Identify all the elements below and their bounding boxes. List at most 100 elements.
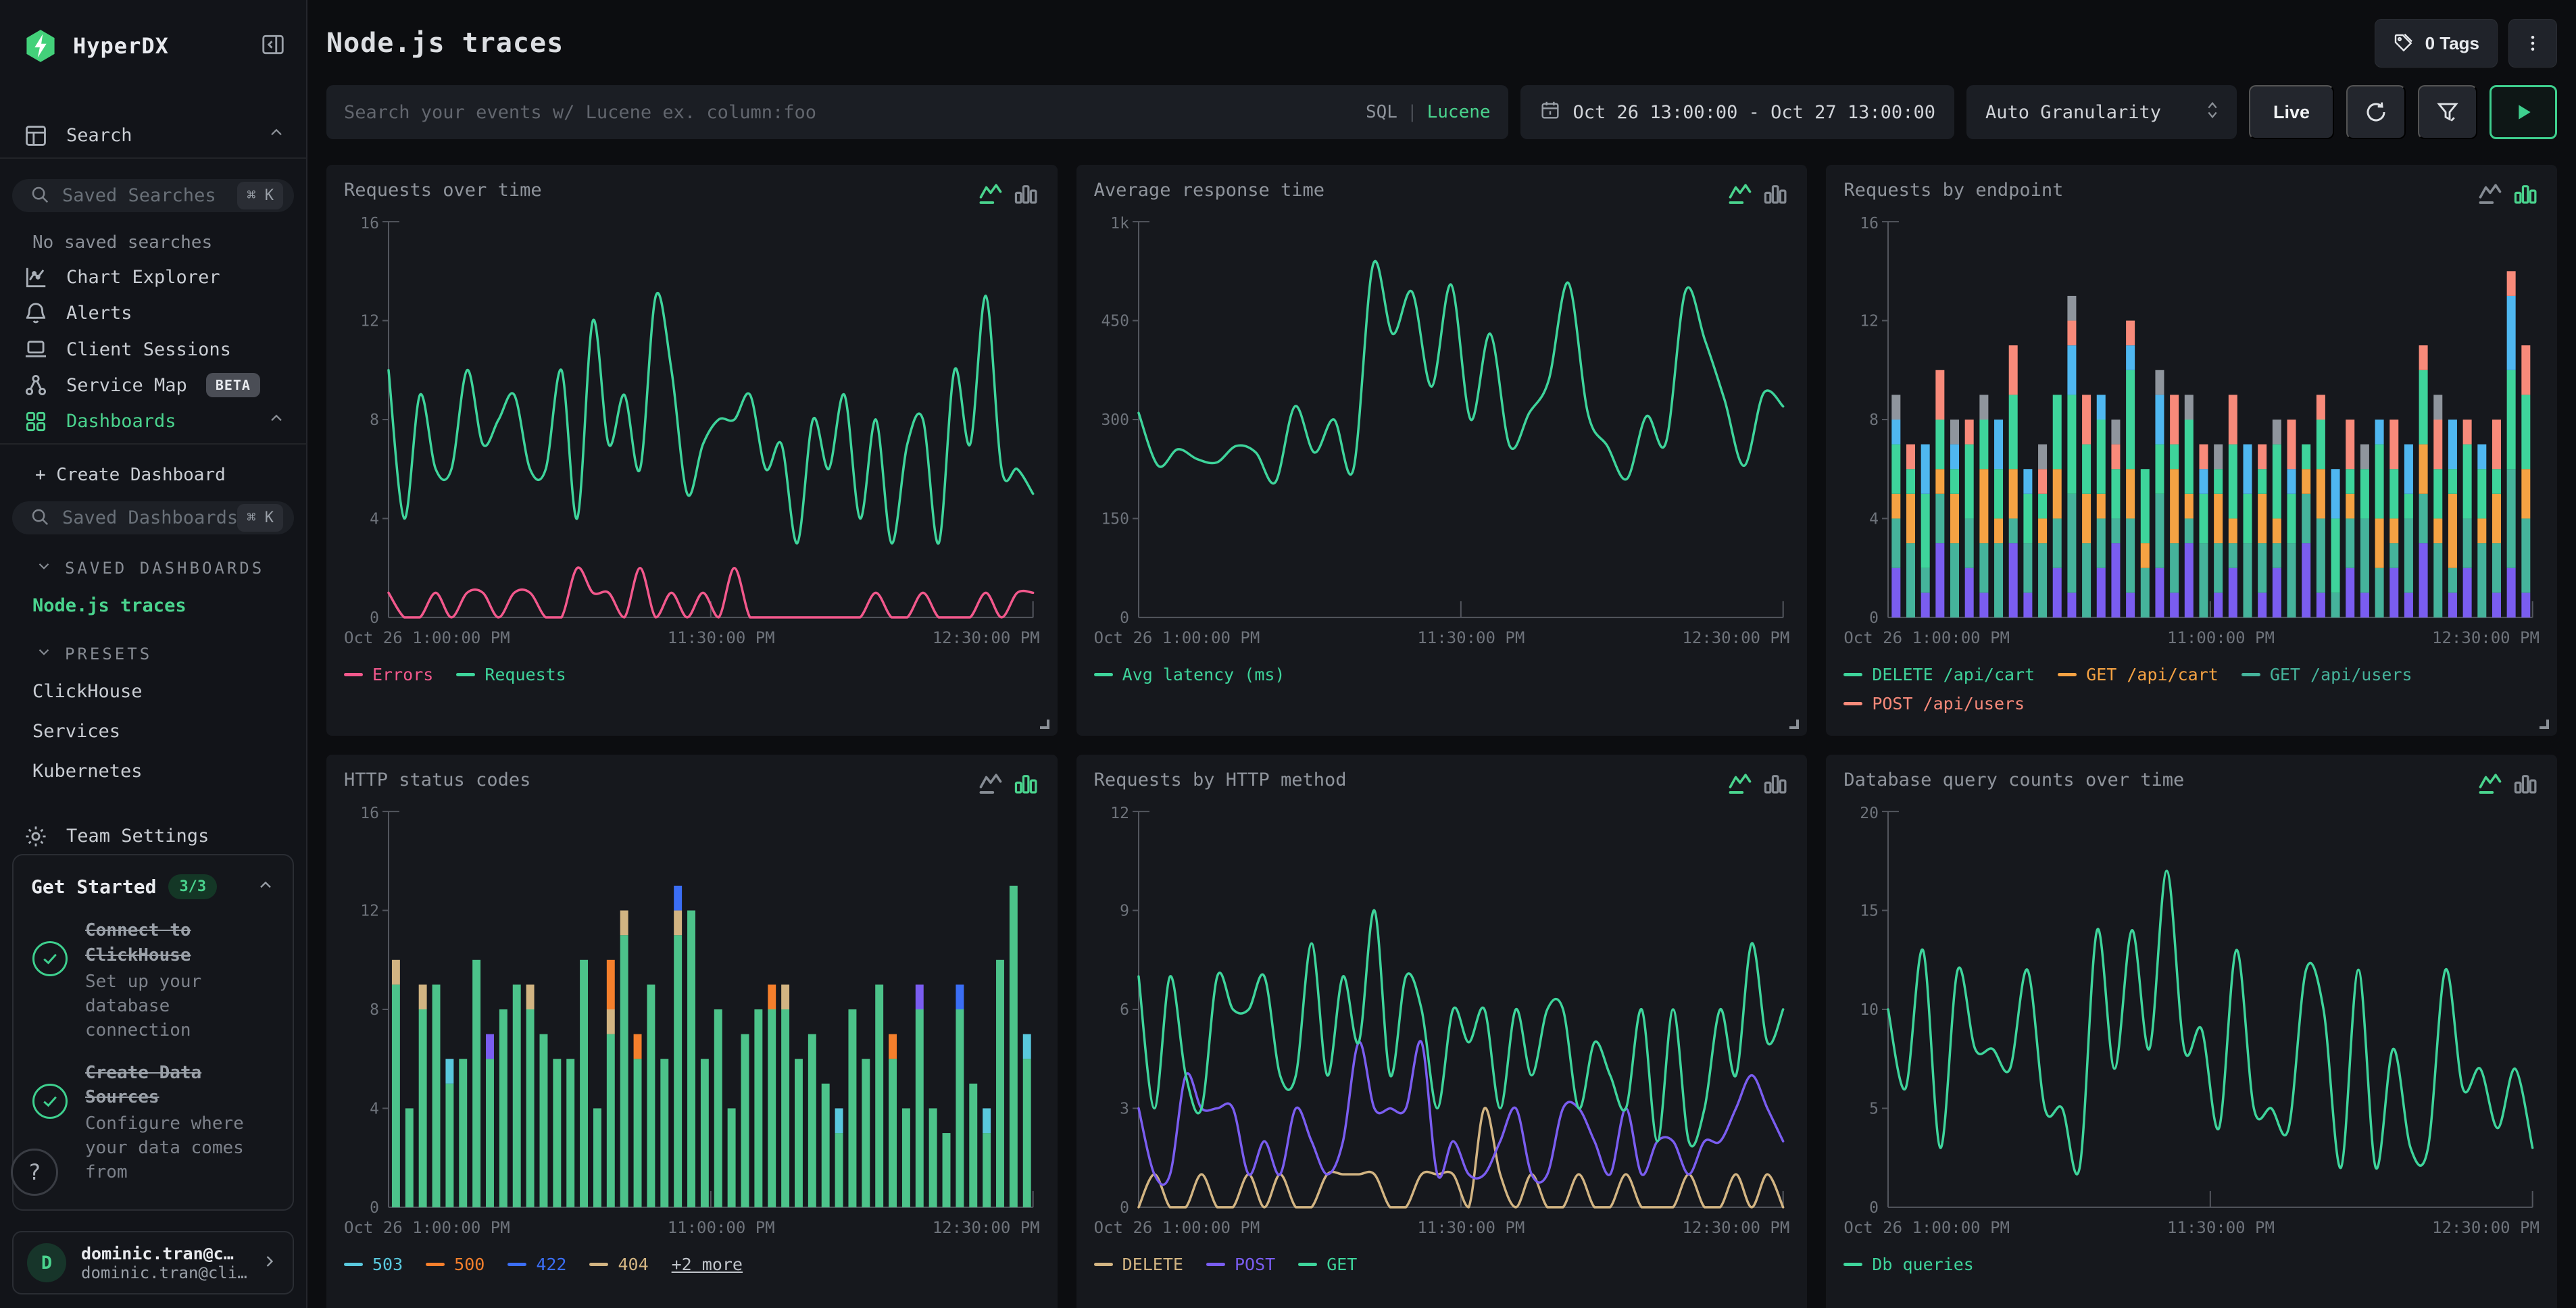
legend-item[interactable]: 404 — [589, 1255, 648, 1274]
chart-mode-toggle — [1726, 180, 1789, 208]
bar-chart-mode-icon[interactable] — [1012, 180, 1040, 208]
saved-searches-input[interactable] — [62, 185, 237, 206]
svg-text:0: 0 — [1869, 609, 1879, 627]
x-axis-label-left: Oct 26 1:00:00 PM — [1843, 1218, 2010, 1237]
get-started-header[interactable]: Get Started 3/3 — [31, 874, 275, 899]
line-chart-mode-icon[interactable] — [2476, 770, 2504, 798]
get-started-item[interactable]: Create Data Sources Configure where your… — [31, 1061, 275, 1185]
svg-text:4: 4 — [370, 510, 379, 528]
chart-plot: 0481216 — [1843, 209, 2540, 627]
chart-header: Database query counts over time — [1843, 770, 2540, 798]
bar-chart-mode-icon[interactable] — [1761, 770, 1789, 798]
user-menu[interactable]: D dominic.tran@c… dominic.tran@cli… — [12, 1231, 294, 1294]
legend-more-link[interactable]: +2 more — [672, 1255, 743, 1274]
sidebar-preset-kubernetes[interactable]: Kubernetes — [0, 751, 306, 791]
bar-chart-mode-icon[interactable] — [1761, 180, 1789, 208]
run-query-button[interactable] — [2490, 85, 2557, 139]
resize-handle[interactable] — [1789, 720, 1799, 729]
resize-handle[interactable] — [2540, 720, 2549, 729]
calendar-icon — [1539, 99, 1561, 126]
bar-chart-mode-icon[interactable] — [1012, 770, 1040, 798]
legend-item[interactable]: POST /api/users — [1843, 694, 2025, 713]
mode-divider: | — [1407, 102, 1418, 122]
refresh-button[interactable] — [2346, 85, 2406, 139]
legend-item[interactable]: 422 — [507, 1255, 566, 1274]
sidebar-preset-clickhouse[interactable]: ClickHouse — [0, 672, 306, 711]
kebab-menu-button[interactable] — [2508, 19, 2557, 68]
help-button[interactable]: ? — [11, 1149, 58, 1196]
legend-item[interactable]: POST — [1206, 1255, 1275, 1274]
presets-section-header[interactable]: PRESETS — [0, 626, 306, 672]
sidebar-item-team-settings[interactable]: Team Settings — [0, 818, 306, 854]
legend-swatch — [2058, 673, 2077, 676]
create-dashboard-button[interactable]: + Create Dashboard — [0, 445, 306, 496]
svg-text:15: 15 — [1860, 903, 1879, 920]
event-search-input[interactable] — [344, 102, 1366, 123]
legend-item[interactable]: Errors — [344, 665, 433, 684]
svg-text:12: 12 — [1110, 805, 1129, 822]
line-chart-mode-icon[interactable] — [976, 770, 1005, 798]
legend-item[interactable]: GET — [1298, 1255, 1357, 1274]
bar-chart-mode-icon[interactable] — [2511, 180, 2540, 208]
line-chart-mode-icon[interactable] — [1726, 180, 1754, 208]
get-started-item[interactable]: Connect to ClickHouse Set up your databa… — [31, 918, 275, 1042]
sidebar-item-alerts[interactable]: Alerts — [0, 295, 306, 331]
app-root: HyperDX Search ⌘ K No — [0, 0, 2576, 1308]
legend-item[interactable]: 500 — [426, 1255, 485, 1274]
date-range-picker[interactable]: Oct 26 13:00:00 - Oct 27 13:00:00 — [1520, 85, 1954, 139]
resize-handle[interactable] — [1040, 720, 1049, 729]
chart-title: Requests over time — [344, 180, 542, 201]
filter-button[interactable] — [2418, 85, 2477, 139]
svg-text:300: 300 — [1101, 411, 1129, 429]
tags-button[interactable]: 0 Tags — [2375, 19, 2498, 68]
sidebar-dashboard-nodejs-traces[interactable]: Node.js traces — [0, 586, 306, 626]
svg-text:3: 3 — [1120, 1100, 1129, 1117]
legend-item[interactable]: Requests — [456, 665, 566, 684]
sql-mode-button[interactable]: SQL — [1366, 102, 1397, 122]
chart-legend: 503 500 422 404 +2 more — [344, 1255, 1040, 1274]
legend-label: Avg latency (ms) — [1122, 665, 1285, 684]
legend-item[interactable]: DELETE — [1094, 1255, 1183, 1274]
svg-text:0: 0 — [1869, 1199, 1879, 1217]
sidebar-preset-services[interactable]: Services — [0, 711, 306, 751]
svg-text:8: 8 — [370, 411, 379, 429]
lucene-mode-button[interactable]: Lucene — [1427, 102, 1491, 122]
legend-item[interactable]: DELETE /api/cart — [1843, 665, 2035, 684]
legend-swatch — [344, 1263, 363, 1266]
bar-chart-mode-icon[interactable] — [2511, 770, 2540, 798]
x-axis-label-mid: 11:30:00 PM — [1417, 628, 1525, 647]
legend-more-link[interactable]: +7 more — [1843, 732, 1914, 736]
saved-dashboards-input[interactable] — [62, 507, 237, 528]
legend-item[interactable]: Avg latency (ms) — [1094, 665, 1285, 684]
chart-legend: DELETE POST GET — [1094, 1255, 1790, 1274]
saved-searches-input-wrap: ⌘ K — [12, 179, 294, 212]
page-header: Node.js traces 0 Tags — [326, 19, 2557, 68]
gear-icon — [23, 824, 49, 849]
sidebar-item-search[interactable]: Search — [0, 118, 306, 153]
chart-card-http-status-codes: HTTP status codes0481216Oct 26 1:00:00 P… — [326, 755, 1058, 1308]
live-button[interactable]: Live — [2249, 85, 2334, 139]
svg-text:0: 0 — [370, 1199, 379, 1217]
sidebar-item-client-sessions[interactable]: Client Sessions — [0, 332, 306, 368]
line-chart-mode-icon[interactable] — [1726, 770, 1754, 798]
svg-text:9: 9 — [1120, 903, 1129, 920]
sidebar-item-chart-explorer[interactable]: Chart Explorer — [0, 259, 306, 295]
legend-item[interactable]: GET /api/cart — [2058, 665, 2219, 684]
legend-item[interactable]: Db queries — [1843, 1255, 1974, 1274]
sidebar-item-dashboards[interactable]: Dashboards — [0, 403, 306, 439]
collapse-sidebar-icon[interactable] — [260, 32, 286, 60]
sidebar-item-service-map[interactable]: Service Map BETA — [0, 368, 306, 403]
line-chart-mode-icon[interactable] — [976, 180, 1005, 208]
saved-dashboards-section-header[interactable]: SAVED DASHBOARDS — [0, 540, 306, 586]
legend-item[interactable]: GET /api/users — [2241, 665, 2412, 684]
x-axis-label-right: 12:30:00 PM — [2432, 628, 2540, 647]
sidebar-item-label: Team Settings — [66, 826, 209, 847]
line-chart-mode-icon[interactable] — [2476, 180, 2504, 208]
granularity-select[interactable]: Auto Granularity — [1966, 85, 2237, 139]
section-title: PRESETS — [65, 645, 152, 663]
x-axis-label-left: Oct 26 1:00:00 PM — [344, 1218, 510, 1237]
legend-item[interactable]: 503 — [344, 1255, 403, 1274]
shortcut-badge: ⌘ K — [237, 182, 283, 209]
chart-header: Average response time — [1094, 180, 1790, 208]
legend-label: GET — [1327, 1255, 1357, 1274]
